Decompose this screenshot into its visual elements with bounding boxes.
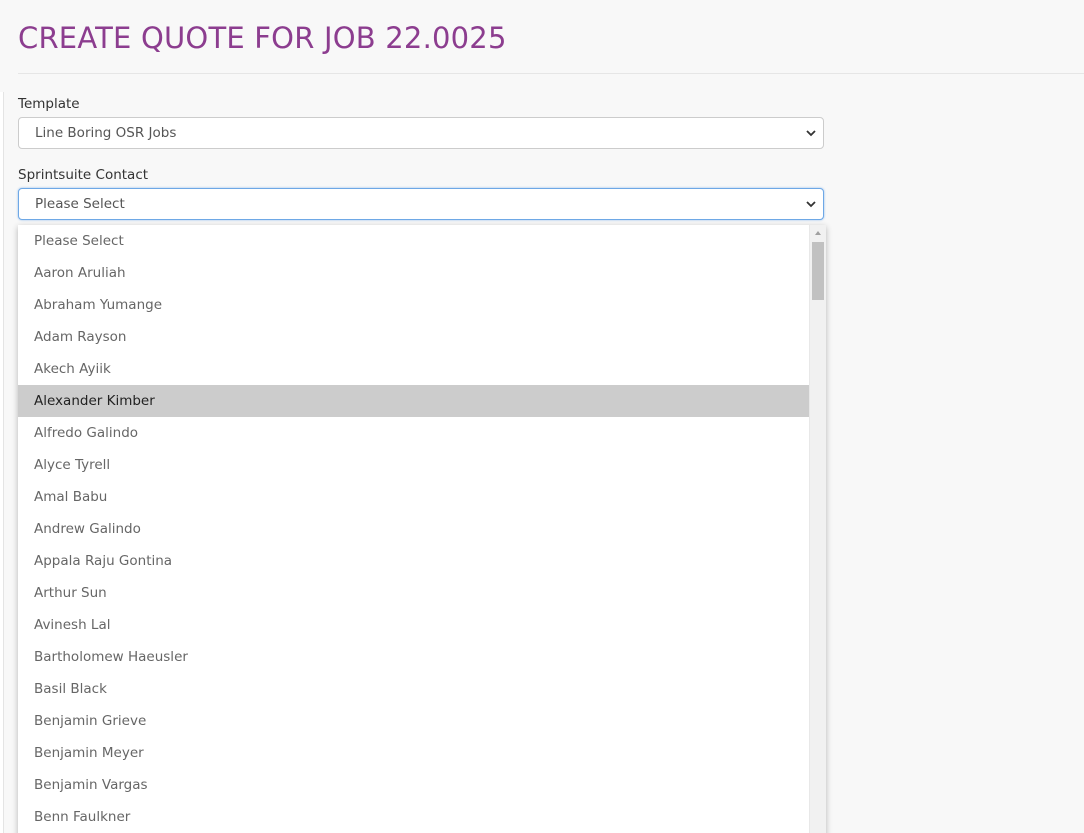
contact-options: Please Select Aaron Aruliah Abraham Yuma…	[18, 225, 809, 833]
scrollbar-thumb[interactable]	[812, 242, 824, 300]
contact-dropdown-list: Please Select Aaron Aruliah Abraham Yuma…	[18, 225, 826, 833]
dropdown-option[interactable]: Avinesh Lal	[18, 609, 809, 641]
dropdown-option[interactable]: Andrew Galindo	[18, 513, 809, 545]
dropdown-option[interactable]: Benn Faulkner	[18, 801, 809, 833]
dropdown-option[interactable]: Akech Ayiik	[18, 353, 809, 385]
dropdown-option[interactable]: Alfredo Galindo	[18, 417, 809, 449]
contact-label: Sprintsuite Contact	[18, 167, 149, 183]
dropdown-option[interactable]: Adam Rayson	[18, 321, 809, 353]
page-title: CREATE QUOTE FOR JOB 22.0025	[18, 21, 507, 55]
template-select-value: Line Boring OSR Jobs	[35, 125, 177, 141]
dropdown-option[interactable]: Arthur Sun	[18, 577, 809, 609]
dropdown-option[interactable]: Basil Black	[18, 673, 809, 705]
dropdown-option[interactable]: Amal Babu	[18, 481, 809, 513]
dropdown-option[interactable]: Please Select	[18, 225, 809, 257]
dropdown-option[interactable]: Benjamin Meyer	[18, 737, 809, 769]
dropdown-scrollbar[interactable]	[809, 225, 826, 833]
dropdown-option[interactable]: Alexander Kimber	[18, 385, 809, 417]
contact-select-value: Please Select	[35, 196, 125, 212]
dropdown-option[interactable]: Benjamin Vargas	[18, 769, 809, 801]
chevron-down-icon	[806, 130, 816, 137]
dropdown-option[interactable]: Appala Raju Gontina	[18, 545, 809, 577]
dropdown-option[interactable]: Benjamin Grieve	[18, 705, 809, 737]
contact-select[interactable]: Please Select	[18, 188, 824, 220]
template-select[interactable]: Line Boring OSR Jobs	[18, 117, 824, 149]
left-panel-edge	[0, 92, 4, 833]
dropdown-option[interactable]: Bartholomew Haeusler	[18, 641, 809, 673]
page: CREATE QUOTE FOR JOB 22.0025 Template Li…	[0, 0, 1084, 833]
dropdown-option[interactable]: Abraham Yumange	[18, 289, 809, 321]
title-divider	[18, 73, 1084, 74]
dropdown-option[interactable]: Aaron Aruliah	[18, 257, 809, 289]
arrow-up-icon[interactable]	[810, 225, 826, 241]
dropdown-option[interactable]: Alyce Tyrell	[18, 449, 809, 481]
chevron-down-icon	[806, 201, 816, 208]
template-label: Template	[18, 96, 80, 112]
